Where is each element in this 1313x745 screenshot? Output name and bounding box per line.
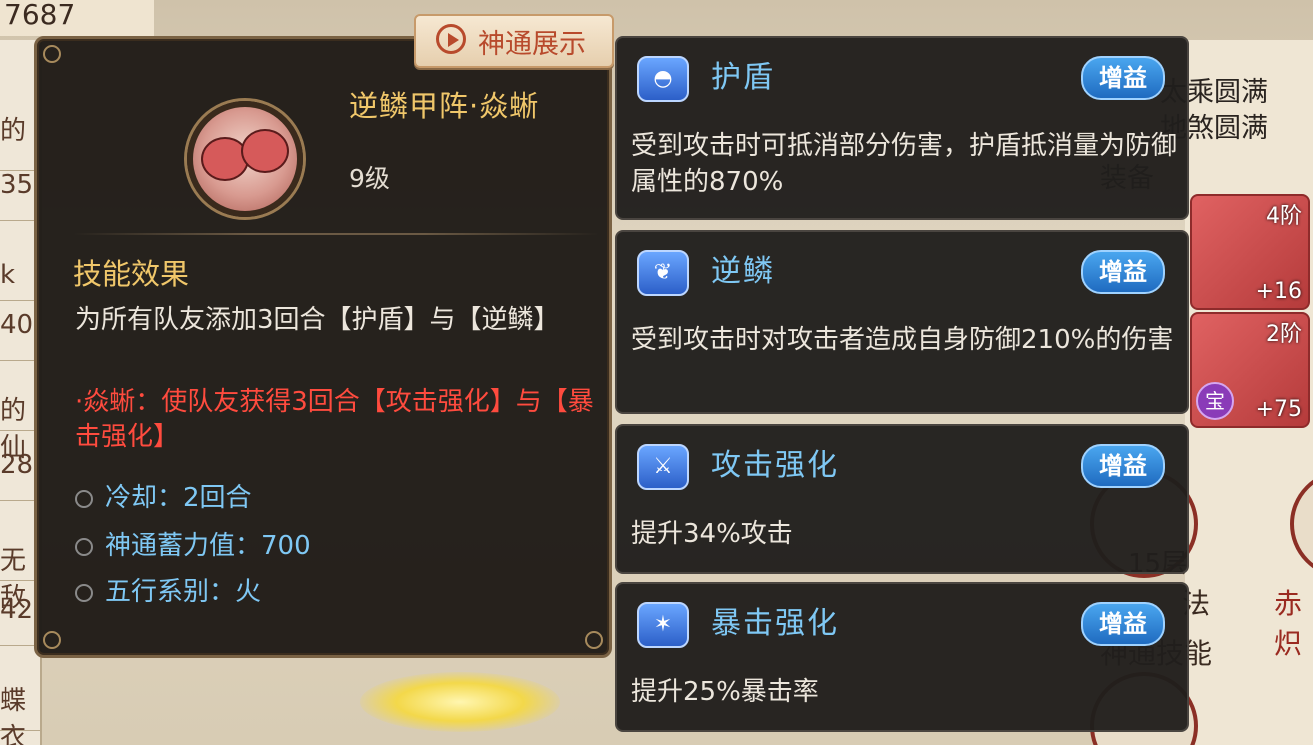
- buff-title: 攻击强化: [711, 448, 839, 483]
- skill-level: 9级: [349, 164, 390, 193]
- item-tier: 4阶: [1266, 204, 1302, 229]
- buff-title: 护盾: [711, 60, 775, 95]
- attribute-element: 五行系别：火: [75, 571, 261, 608]
- shield-icon: ◓: [637, 56, 689, 102]
- skill-name: 逆鳞甲阵·焱蜥: [349, 89, 540, 123]
- buff-card-crit: ✶ 暴击强化 增益 提升25%暴击率: [615, 582, 1189, 732]
- attribute-cooldown: 冷却：2回合: [75, 477, 252, 514]
- buff-card-attack: ⚔ 攻击强化 增益 提升34%攻击: [615, 424, 1189, 574]
- attribute-text: 冷却：2回合: [105, 483, 252, 513]
- top-left-counter: 7687: [0, 0, 154, 36]
- sword-icon: ⚔: [637, 444, 689, 490]
- attribute-text: 神通蓄力值：700: [105, 531, 311, 561]
- equipment-slot[interactable]: 4阶 +16: [1190, 194, 1310, 310]
- skill-bonus-text: ·焱蜥：使队友获得3回合【攻击强化】与【暴击强化】: [75, 387, 594, 452]
- skill-showcase-button[interactable]: 神通展示: [414, 14, 614, 68]
- attribute-text: 五行系别：火: [105, 577, 262, 607]
- buff-description: 受到攻击时对攻击者造成自身防御210%的伤害: [631, 325, 1174, 355]
- divider: [73, 233, 599, 235]
- buff-description: 提升34%攻击: [631, 519, 793, 549]
- skill-showcase-label: 神通展示: [478, 29, 586, 60]
- skill-icon: [187, 101, 303, 217]
- corner-ornament: [585, 631, 603, 649]
- treasure-badge: 宝: [1196, 382, 1234, 420]
- buff-card-shield: ◓ 护盾 增益 受到攻击时可抵消部分伤害，护盾抵消量为防御属性的870%: [615, 36, 1189, 220]
- corner-ornament: [43, 45, 61, 63]
- bullet-icon: [75, 537, 93, 556]
- crit-icon: ✶: [637, 602, 689, 648]
- corner-ornament: [43, 631, 61, 649]
- buff-description: 提升25%暴击率: [631, 677, 819, 707]
- play-icon: [436, 24, 466, 54]
- bullet-icon: [75, 489, 93, 508]
- buff-description: 受到攻击时可抵消部分伤害，护盾抵消量为防御属性的870%: [631, 131, 1178, 197]
- skill-description: 为所有队友添加3回合【护盾】与【逆鳞】: [75, 305, 560, 335]
- section-title: 技能效果: [73, 257, 190, 291]
- buff-title: 逆鳞: [711, 254, 775, 289]
- buff-tag: 增益: [1081, 444, 1165, 488]
- skill-name-text: 赤炽: [1274, 587, 1303, 660]
- item-plus: +75: [1255, 397, 1302, 422]
- attribute-charge: 神通蓄力值：700: [75, 525, 311, 562]
- scale-icon: ❦: [637, 250, 689, 296]
- item-tier: 2阶: [1266, 322, 1302, 347]
- left-cell: 蝶衣: [0, 680, 40, 745]
- item-plus: +16: [1255, 279, 1302, 304]
- buff-tag: 增益: [1081, 56, 1165, 100]
- buff-card-scale: ❦ 逆鳞 增益 受到攻击时对攻击者造成自身防御210%的伤害: [615, 230, 1189, 414]
- pig-figure: [241, 129, 289, 173]
- buff-tag: 增益: [1081, 250, 1165, 294]
- bullet-icon: [75, 583, 93, 602]
- skill-detail-panel: 逆鳞甲阵·焱蜥 9级 技能效果 为所有队友添加3回合【护盾】与【逆鳞】 ·焱蜥：…: [34, 36, 612, 658]
- character-glow: [360, 672, 560, 732]
- buff-title: 暴击强化: [711, 606, 839, 641]
- buff-tag: 增益: [1081, 602, 1165, 646]
- equipment-slot[interactable]: 2阶 宝 +75: [1190, 312, 1310, 428]
